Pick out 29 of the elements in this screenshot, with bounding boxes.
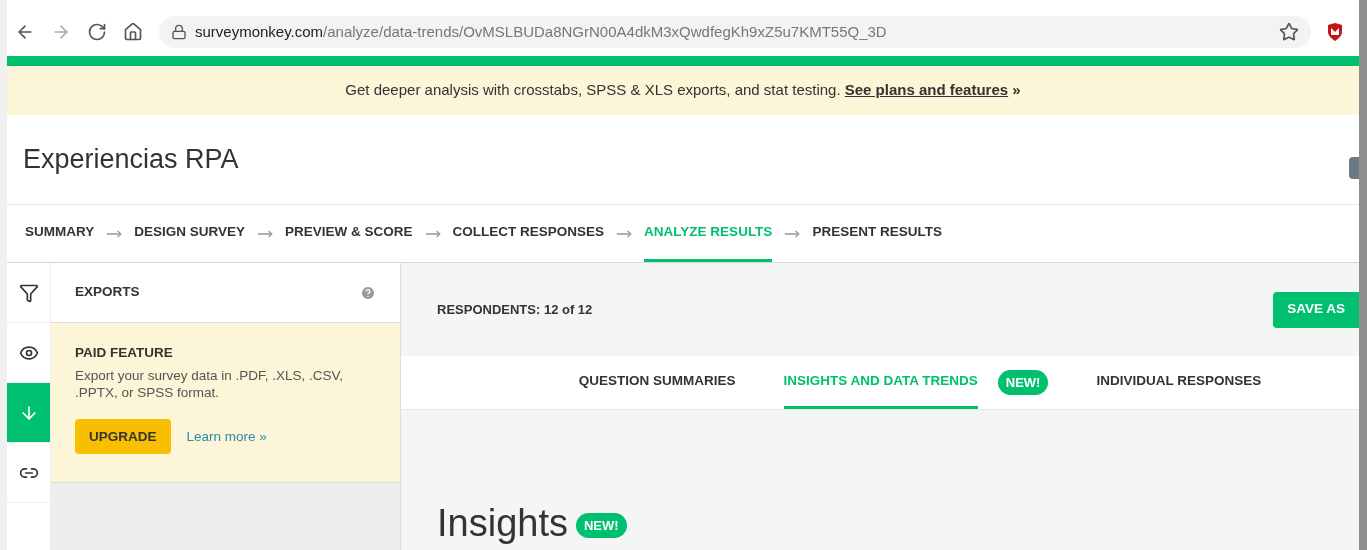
filter-icon: [18, 282, 39, 303]
upgrade-button[interactable]: UPGRADE: [75, 419, 171, 455]
step-link[interactable]: DESIGN SURVEY: [134, 205, 246, 262]
plans-link[interactable]: See plans and features: [844, 81, 1009, 99]
step-link[interactable]: SUMMARY: [25, 205, 95, 262]
home-icon[interactable]: [123, 22, 143, 42]
paid-title: PAID FEATURE: [75, 344, 174, 362]
results-tab[interactable]: QUESTION SUMMARIES: [578, 356, 736, 409]
insights-heading: Insights: [437, 504, 568, 542]
reload-icon[interactable]: [87, 22, 107, 42]
paid-description: Export your survey data in .PDF, .XLS, .CSV, .PPTX, or SPSS format.: [75, 367, 345, 402]
new-badge: NEW!: [997, 369, 1049, 396]
step-link[interactable]: COLLECT RESPONSES: [452, 205, 605, 262]
banner-text: Get deeper analysis with crosstabs, SPSS & XLS exports, and stat testing. See plans and features »: [345, 80, 1021, 101]
url-text: surveymonkey.com/analyze/data-trends/OvMSLBUDa8NGrN00A4dkM3xQwdfegKh9xZ5u7KMT55Q_3D: [195, 21, 887, 42]
star-icon[interactable]: [1279, 22, 1299, 42]
address-bar[interactable]: surveymonkey.com/analyze/data-trends/OvMSLBUDa8NGrN00A4dkM3xQwdfegKh9xZ5u7KMT55Q_3D: [159, 16, 1311, 48]
learn-more-link[interactable]: Learn more »: [186, 426, 267, 447]
help-icon[interactable]: [360, 284, 376, 301]
step-link[interactable]: PRESENT RESULTS: [812, 205, 942, 262]
side-tab-handle[interactable]: [1349, 157, 1359, 179]
lock-icon: [171, 24, 187, 40]
new-badge: NEW!: [575, 512, 627, 538]
results-tab[interactable]: INDIVIDUAL RESPONSES: [1096, 356, 1262, 409]
shield-icon[interactable]: [1327, 23, 1343, 41]
respondents-count: RESPONDENTS: 12 of 12: [437, 300, 593, 319]
survey-title: Experiencias RPA: [23, 143, 239, 177]
panel-title: EXPORTS: [75, 283, 140, 302]
step-link[interactable]: PREVIEW & SCORE: [285, 205, 413, 262]
